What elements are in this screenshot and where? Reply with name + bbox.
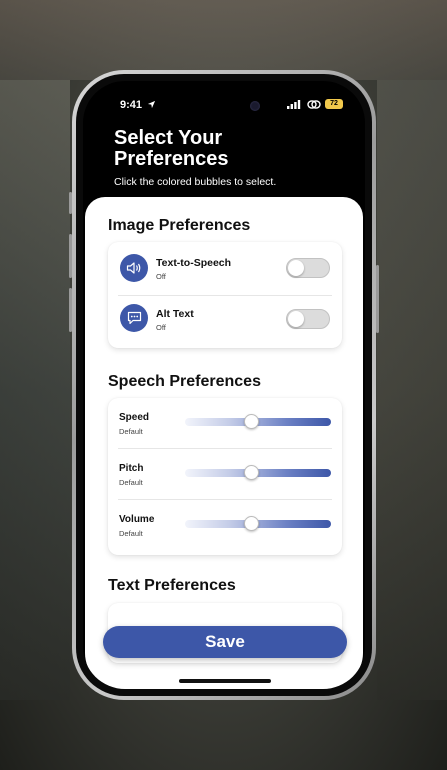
toggle-knob <box>288 260 304 276</box>
speaker-icon <box>126 262 141 274</box>
volume-slider[interactable] <box>185 516 331 531</box>
volume-label: Volume <box>119 514 155 525</box>
toggle-knob <box>288 311 304 327</box>
text-to-speech-toggle[interactable] <box>286 258 330 278</box>
phone-screen: 9:41 72 Select Your Preferences Click th… <box>83 81 365 689</box>
alt-text-toggle[interactable] <box>286 309 330 329</box>
volume-up-button <box>69 234 72 278</box>
side-action-button <box>69 192 72 214</box>
speed-slider[interactable] <box>185 414 331 429</box>
alt-text-status: Off <box>156 323 166 332</box>
text-to-speech-label: Text-to-Speech <box>156 257 232 269</box>
status-bar: 9:41 72 <box>83 81 365 125</box>
text-to-speech-status: Off <box>156 272 166 281</box>
text-to-speech-row: Text-to-Speech Off <box>108 243 342 294</box>
speed-status: Default <box>119 427 143 436</box>
volume-row: Volume Default <box>108 500 342 551</box>
battery-icon: 72 <box>325 99 343 109</box>
cellular-signal-icon <box>287 100 301 109</box>
power-button <box>376 265 379 333</box>
dynamic-island <box>180 93 268 119</box>
save-button[interactable]: Save <box>103 626 347 658</box>
text-preferences-title: Text Preferences <box>108 577 236 594</box>
background-blur-top <box>0 0 447 80</box>
phone-bezel: 9:41 72 Select Your Preferences Click th… <box>76 74 372 696</box>
alt-text-bubble[interactable] <box>120 304 148 332</box>
location-arrow-icon <box>147 100 156 109</box>
image-preferences-title: Image Preferences <box>108 217 251 234</box>
page-title: Select Your Preferences <box>114 127 229 170</box>
speed-row: Speed Default <box>108 398 342 449</box>
home-indicator <box>179 679 271 683</box>
pitch-row: Pitch Default <box>108 449 342 500</box>
text-to-speech-bubble[interactable] <box>120 254 148 282</box>
background-blur-right <box>377 80 447 700</box>
phone-frame: 9:41 72 Select Your Preferences Click th… <box>69 70 379 700</box>
alt-text-label: Alt Text <box>156 308 194 320</box>
chat-bubble-icon <box>127 311 141 325</box>
pitch-slider-thumb[interactable] <box>243 465 259 480</box>
volume-down-button <box>69 288 72 332</box>
page-subtitle: Click the colored bubbles to select. <box>114 176 277 188</box>
pitch-status: Default <box>119 478 143 487</box>
status-time: 9:41 <box>120 99 143 111</box>
pitch-label: Pitch <box>119 463 144 474</box>
background-blur-left <box>0 80 70 700</box>
speech-preferences-title: Speech Preferences <box>108 373 261 390</box>
speed-label: Speed <box>119 412 150 423</box>
pitch-slider[interactable] <box>185 465 331 480</box>
alt-text-row: Alt Text Off <box>108 296 342 347</box>
link-icon <box>307 100 321 109</box>
front-camera <box>250 101 260 111</box>
image-preferences-panel: Text-to-Speech Off Alt Text Off <box>108 242 342 348</box>
speech-preferences-panel: Speed Default Pitch Default Volume Defau… <box>108 398 342 555</box>
preferences-card: Image Preferences Text-to-Speech Off Alt… <box>85 197 363 689</box>
volume-status: Default <box>119 529 143 538</box>
speed-slider-thumb[interactable] <box>243 414 259 429</box>
volume-slider-thumb[interactable] <box>243 516 259 531</box>
